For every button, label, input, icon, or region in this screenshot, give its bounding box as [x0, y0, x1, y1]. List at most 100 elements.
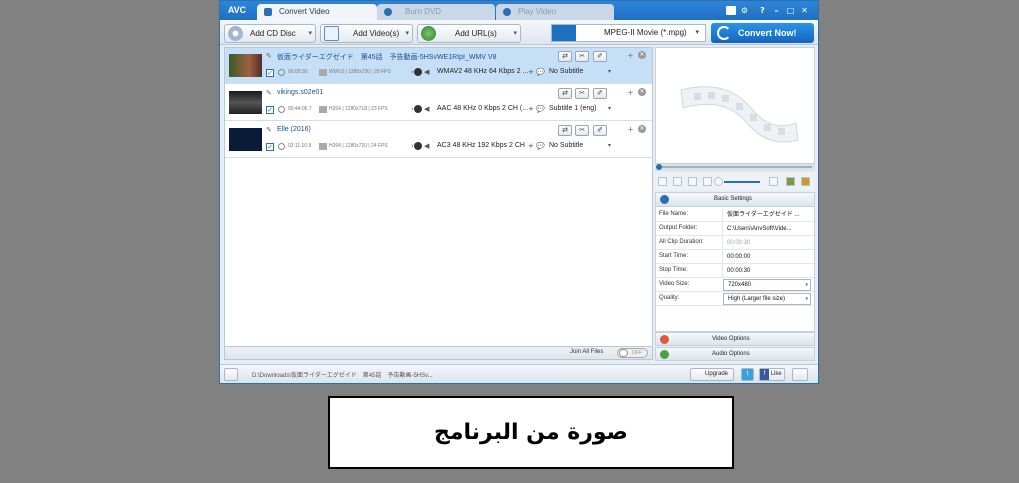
help-icon[interactable]: ?: [757, 5, 768, 16]
cd-icon: [228, 26, 243, 41]
fullscreen-icon[interactable]: [769, 177, 778, 186]
cut-button[interactable]: ✂: [575, 88, 589, 99]
remove-icon[interactable]: ✕: [638, 125, 646, 133]
chevron-down-icon[interactable]: ▾: [308, 25, 312, 42]
stop-icon[interactable]: [673, 177, 682, 186]
speaker-icon[interactable]: [714, 177, 723, 186]
effect-icon[interactable]: [801, 177, 810, 186]
twitter-icon[interactable]: t: [741, 368, 754, 381]
tab-convert-video[interactable]: Convert Video: [257, 4, 377, 20]
wrench-button[interactable]: ✐: [593, 88, 607, 99]
snapshot-icon[interactable]: [688, 177, 697, 186]
audio-track-icon: [414, 142, 422, 150]
app-logo: AVC: [227, 5, 247, 15]
audio-track-select[interactable]: WMAV2 48 KHz 64 Kbps 2 ...: [437, 68, 528, 75]
video-info: H264 | 1280x720 | 24 FPS: [329, 143, 388, 149]
join-toggle[interactable]: OFF: [617, 348, 648, 358]
file-checkbox[interactable]: ✓: [266, 143, 274, 151]
seek-handle[interactable]: [656, 164, 662, 170]
film-icon: [319, 106, 327, 113]
app-window: AVC Convert Video Burn DVD Play Video ⚙ …: [219, 0, 819, 384]
file-row[interactable]: ✎ Elle (2016) ✓ 02:11:10.9 H264 | 1280x7…: [225, 122, 652, 158]
file-name-field[interactable]: 仮面ライダーエグゼイド ...: [722, 208, 814, 222]
plus-icon[interactable]: +: [627, 125, 634, 134]
wrench-button[interactable]: ✐: [593, 51, 607, 62]
facebook-like-button[interactable]: f Like: [759, 368, 785, 381]
stop-time-field[interactable]: 00:00:30: [722, 264, 814, 278]
tab-burn-dvd[interactable]: Burn DVD: [377, 4, 495, 20]
output-format-select[interactable]: MPEG-II Movie (*.mpg) ▾: [551, 24, 706, 42]
add-video-button[interactable]: Add Video(s) ▾: [320, 24, 413, 43]
film-icon: [319, 69, 327, 76]
add-icon[interactable]: +: [528, 68, 534, 76]
cut-button[interactable]: ✂: [575, 51, 589, 62]
chevron-down-icon[interactable]: ▾: [608, 142, 611, 149]
edit-effects-button[interactable]: ⇄: [558, 51, 572, 62]
chevron-down-icon: ▾: [695, 29, 699, 36]
audio-track-select[interactable]: AAC 48 KHz 0 Kbps 2 CH (...: [437, 105, 528, 112]
pencil-icon[interactable]: ✎: [266, 52, 272, 60]
edit-effects-button[interactable]: ⇄: [558, 125, 572, 136]
output-folder-field[interactable]: C:\Users\AnvSoft\Vide...: [722, 222, 814, 236]
wrench-button[interactable]: ✐: [593, 125, 607, 136]
chevron-down-icon[interactable]: ▾: [608, 68, 611, 75]
folder-icon[interactable]: [703, 177, 712, 186]
remove-icon[interactable]: ✕: [638, 88, 646, 96]
toggle-side-icon[interactable]: [792, 368, 808, 381]
video-size-select[interactable]: 720x480 ▾: [723, 279, 811, 291]
setting-row: Video Size: 720x480 ▾: [656, 278, 814, 292]
add-url-button[interactable]: Add URL(s) ▾: [417, 24, 521, 43]
chevron-down-icon[interactable]: ▾: [405, 25, 409, 42]
file-row[interactable]: ✎ vikings.s02e01 ✓ 00:44:06.7 H264 | 128…: [225, 85, 652, 121]
play-icon[interactable]: [658, 177, 667, 186]
close-icon[interactable]: ✕: [799, 5, 810, 16]
status-path: D:\Downloads\仮面ライダーエグゼイド 第45話 予告動画-5HSv.…: [252, 373, 433, 379]
minimize-icon[interactable]: –: [771, 5, 782, 16]
profile-icon[interactable]: [726, 6, 736, 15]
tab-play-video[interactable]: Play Video: [496, 4, 614, 20]
subtitle-icon: 💬: [536, 105, 545, 113]
subtitle-select[interactable]: Subtitle 1 (eng): [549, 105, 596, 112]
add-icon[interactable]: +: [528, 142, 534, 150]
convert-now-button[interactable]: Convert Now!: [711, 23, 814, 43]
setting-row: Output Folder: C:\Users\AnvSoft\Vide...: [656, 222, 814, 236]
pencil-icon[interactable]: ✎: [266, 126, 272, 134]
remove-icon[interactable]: ✕: [638, 51, 646, 59]
volume-slider[interactable]: [724, 181, 760, 183]
audio-track-icon: [414, 68, 422, 76]
playback-controls: [655, 173, 815, 190]
gear-icon[interactable]: ⚙: [739, 5, 750, 16]
globe-icon: [421, 26, 436, 41]
start-time-field[interactable]: 00:00:00: [722, 250, 814, 264]
file-checkbox[interactable]: ✓: [266, 106, 274, 114]
pencil-icon[interactable]: ✎: [266, 89, 272, 97]
audio-options-header[interactable]: Audio Options: [655, 347, 815, 361]
settings-icon: [660, 195, 669, 204]
file-duration: 00:44:06.7: [288, 106, 312, 112]
video-options-header[interactable]: Video Options: [655, 332, 815, 346]
file-row[interactable]: ✎ 仮面ライダーエグゼイド 第45話 予告動画-5HSvWE1RIpI_WMV …: [225, 48, 652, 84]
seek-bar[interactable]: [655, 164, 815, 171]
toggle-panel-icon[interactable]: [224, 368, 238, 381]
add-icon[interactable]: +: [528, 105, 534, 113]
upgrade-button[interactable]: Upgrade: [690, 368, 734, 381]
cut-button[interactable]: ✂: [575, 125, 589, 136]
edit-effects-button[interactable]: ⇄: [558, 88, 572, 99]
refresh-icon: [717, 26, 731, 40]
basic-settings-header[interactable]: Basic Settings: [656, 193, 814, 207]
crop-icon[interactable]: [786, 177, 795, 186]
quality-select[interactable]: High (Larger file size) ▾: [723, 293, 811, 305]
audio-track-select[interactable]: AC3 48 KHz 192 Kbps 2 CH: [437, 142, 525, 149]
chevron-down-icon[interactable]: ▾: [608, 105, 611, 112]
subtitle-select[interactable]: No Subtitle: [549, 68, 583, 75]
chevron-down-icon[interactable]: ▾: [513, 25, 517, 42]
preview-pane: [655, 47, 815, 164]
plus-icon[interactable]: +: [627, 88, 634, 97]
file-checkbox[interactable]: ✓: [266, 69, 274, 77]
add-cd-button[interactable]: Add CD Disc ▾: [224, 24, 316, 43]
subtitle-select[interactable]: No Subtitle: [549, 142, 583, 149]
plus-icon[interactable]: +: [627, 51, 634, 60]
film-icon: [319, 143, 327, 150]
setting-row: Stop Time: 00:00:30: [656, 264, 814, 278]
maximize-icon[interactable]: □: [785, 5, 796, 16]
